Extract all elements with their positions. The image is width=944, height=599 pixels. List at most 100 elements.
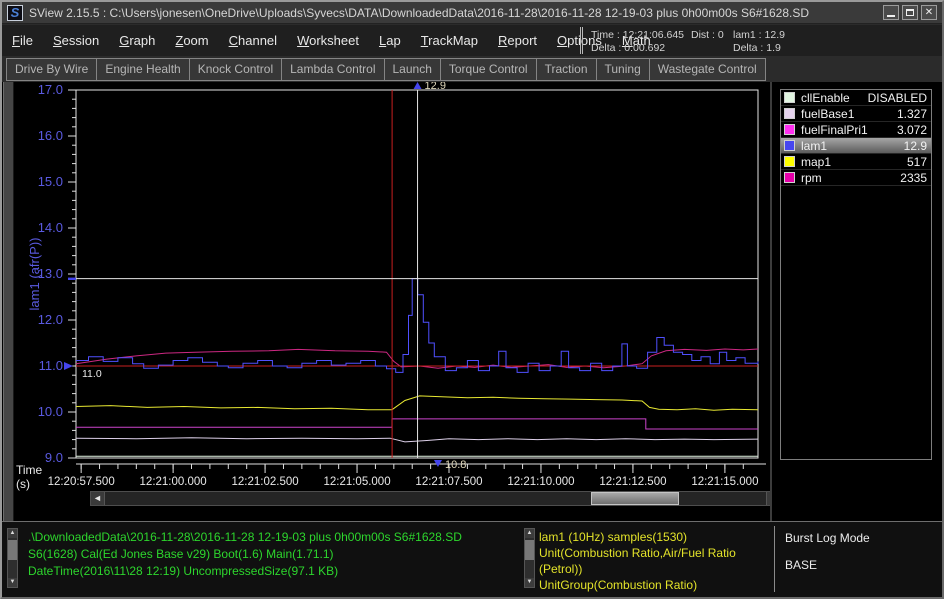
close-icon: ✕	[925, 7, 933, 18]
cursor-top-marker-icon	[414, 82, 422, 89]
y-tick-label: 9.0	[45, 450, 63, 465]
tab-knock-control[interactable]: Knock Control	[189, 58, 282, 81]
channel-info-line: Unit(Combustion Ratio,Air/Fuel Ratio	[539, 545, 736, 561]
status-dist: Dist : 0	[691, 29, 733, 42]
legend-row-cllenable[interactable]: cllEnable DISABLED	[781, 90, 931, 106]
y-axis-title: lam1 (afr(P))	[27, 238, 42, 311]
chart-area[interactable]: 9.010.011.012.013.014.015.016.017.0lam1 …	[15, 82, 769, 521]
y-tick-label: 12.0	[38, 312, 63, 327]
menu-lap[interactable]: Lap	[369, 25, 411, 56]
time-scrollbar[interactable]: ◄ ►	[90, 491, 781, 506]
plot-border	[76, 90, 758, 458]
status-lam1: lam1 : 12.9	[733, 29, 785, 42]
close-button[interactable]: ✕	[921, 5, 937, 20]
tab-traction[interactable]: Traction	[536, 58, 597, 81]
worksheet-tab-bar: Drive By WireEngine HealthKnock ControlL…	[2, 56, 942, 82]
scrollbar-thumb[interactable]	[525, 540, 534, 560]
x-tick-label: 12:21:10.000	[507, 476, 574, 488]
scroll-left-icon[interactable]: ◄	[91, 492, 105, 505]
scroll-up-icon[interactable]: ▲	[8, 529, 17, 538]
legend-row-rpm[interactable]: rpm 2335	[781, 170, 931, 186]
y-tick-label: 10.0	[38, 404, 63, 419]
cursor-value-label: 12.9	[425, 82, 446, 92]
channel-info-scrollbar[interactable]: ▲ ▼	[524, 528, 535, 588]
title-bar[interactable]: S SView 2.15.5 : C:\Users\jonesen\OneDri…	[2, 2, 942, 24]
channel-label: fuelBase1	[801, 107, 897, 121]
scroll-down-icon[interactable]: ▼	[8, 578, 17, 587]
menu-session[interactable]: Session	[43, 25, 109, 56]
log-file-path: .\DownloadedData\2016-11-28\2016-11-28 1…	[28, 529, 462, 546]
window-title: SView 2.15.5 : C:\Users\jonesen\OneDrive…	[29, 6, 809, 20]
chart-canvas[interactable]: 9.010.011.012.013.014.015.016.017.0lam1 …	[15, 82, 769, 521]
cursor-status-readout: Time : 12:21:06.645 Dist : 0 lam1 : 12.9…	[580, 27, 940, 54]
channel-info: lam1 (10Hz) samples(1530) Unit(Combustio…	[539, 529, 736, 593]
menu-channel[interactable]: Channel	[219, 25, 287, 56]
file-info-scrollbar[interactable]: ▲ ▼	[7, 528, 18, 588]
channel-color-swatch	[784, 156, 795, 167]
channel-label: rpm	[801, 171, 900, 185]
channel-value: DISABLED	[868, 91, 927, 105]
channel-label: cllEnable	[801, 91, 868, 105]
maximize-button[interactable]	[902, 5, 918, 20]
tab-engine-health[interactable]: Engine Health	[96, 58, 189, 81]
channel-label: fuelFinalPri1	[801, 123, 897, 137]
y-tick-label: 17.0	[38, 82, 63, 97]
x-tick-label: 12:21:02.500	[231, 476, 298, 488]
tab-wastegate-control[interactable]: Wastegate Control	[649, 58, 766, 81]
menu-trackmap[interactable]: TrackMap	[411, 25, 488, 56]
footer-divider	[774, 526, 775, 592]
menu-graph[interactable]: Graph	[109, 25, 165, 56]
channel-value: 517	[907, 155, 927, 169]
time-scrollbar-thumb[interactable]	[591, 492, 679, 505]
minimize-button[interactable]	[883, 5, 899, 20]
x-tick-label: 12:21:07.500	[415, 476, 482, 488]
footer-info-panel: ▲ ▼ .\DownloadedData\2016-11-28\2016-11-…	[2, 521, 942, 597]
target-value-label: 11.0	[82, 368, 102, 380]
menu-file[interactable]: File	[2, 25, 43, 56]
channel-color-swatch	[784, 124, 795, 135]
menu-worksheet[interactable]: Worksheet	[287, 25, 369, 56]
legend-row-lam1[interactable]: lam1 12.9	[781, 138, 931, 154]
channel-value: 12.9	[904, 139, 927, 153]
x-tick-label: 12:20:57.500	[48, 476, 115, 488]
cursor-min-label: 10.8	[445, 459, 466, 471]
channel-color-swatch	[784, 92, 795, 103]
scrollbar-thumb[interactable]	[8, 540, 17, 560]
channel-color-swatch	[784, 140, 795, 151]
app-window: S SView 2.15.5 : C:\Users\jonesen\OneDri…	[0, 0, 944, 599]
x-axis-title: Time	[16, 463, 43, 477]
cal-mode-label: BASE	[785, 558, 870, 572]
status-delta-lam1: Delta : 1.9	[733, 42, 781, 55]
legend-row-fuelfinalpri1[interactable]: fuelFinalPri1 3.072	[781, 122, 931, 138]
main-area: 9.010.011.012.013.014.015.016.017.0lam1 …	[2, 82, 942, 521]
log-file-info: .\DownloadedData\2016-11-28\2016-11-28 1…	[28, 529, 462, 580]
channel-legend-panel: cllEnable DISABLED fuelBase1 1.327 fuelF…	[772, 82, 942, 521]
x-tick-label: 12:21:00.000	[140, 476, 207, 488]
tab-drive-by-wire[interactable]: Drive By Wire	[6, 58, 97, 81]
tab-launch[interactable]: Launch	[384, 58, 441, 81]
x-axis-title-unit: (s)	[16, 477, 30, 491]
channel-info-line: (Petrol))	[539, 561, 736, 577]
scroll-up-icon[interactable]: ▲	[525, 529, 534, 538]
status-time: Time : 12:21:06.645	[591, 29, 691, 42]
scroll-down-icon[interactable]: ▼	[525, 578, 534, 587]
menu-report[interactable]: Report	[488, 25, 547, 56]
axis-target-arrow-icon	[64, 362, 73, 370]
channel-value: 3.072	[897, 123, 927, 137]
tab-tuning[interactable]: Tuning	[596, 58, 650, 81]
menu-bar: FileSessionGraphZoomChannelWorksheetLapT…	[2, 25, 942, 56]
tab-torque-control[interactable]: Torque Control	[440, 58, 537, 81]
axis-value-marker	[68, 278, 76, 280]
legend-row-map1[interactable]: map1 517	[781, 154, 931, 170]
tab-lambda-control[interactable]: Lambda Control	[281, 58, 384, 81]
channel-color-swatch	[784, 108, 795, 119]
menu-zoom[interactable]: Zoom	[165, 25, 218, 56]
y-tick-label: 14.0	[38, 220, 63, 235]
app-logo-icon: S	[7, 5, 23, 21]
y-tick-label: 15.0	[38, 174, 63, 189]
log-mode-info: Burst Log Mode BASE	[785, 531, 870, 572]
channel-label: lam1	[801, 139, 904, 153]
left-splitter[interactable]	[3, 82, 14, 521]
legend-row-fuelbase1[interactable]: fuelBase1 1.327	[781, 106, 931, 122]
trace-fuelFinalPri1	[76, 419, 758, 429]
